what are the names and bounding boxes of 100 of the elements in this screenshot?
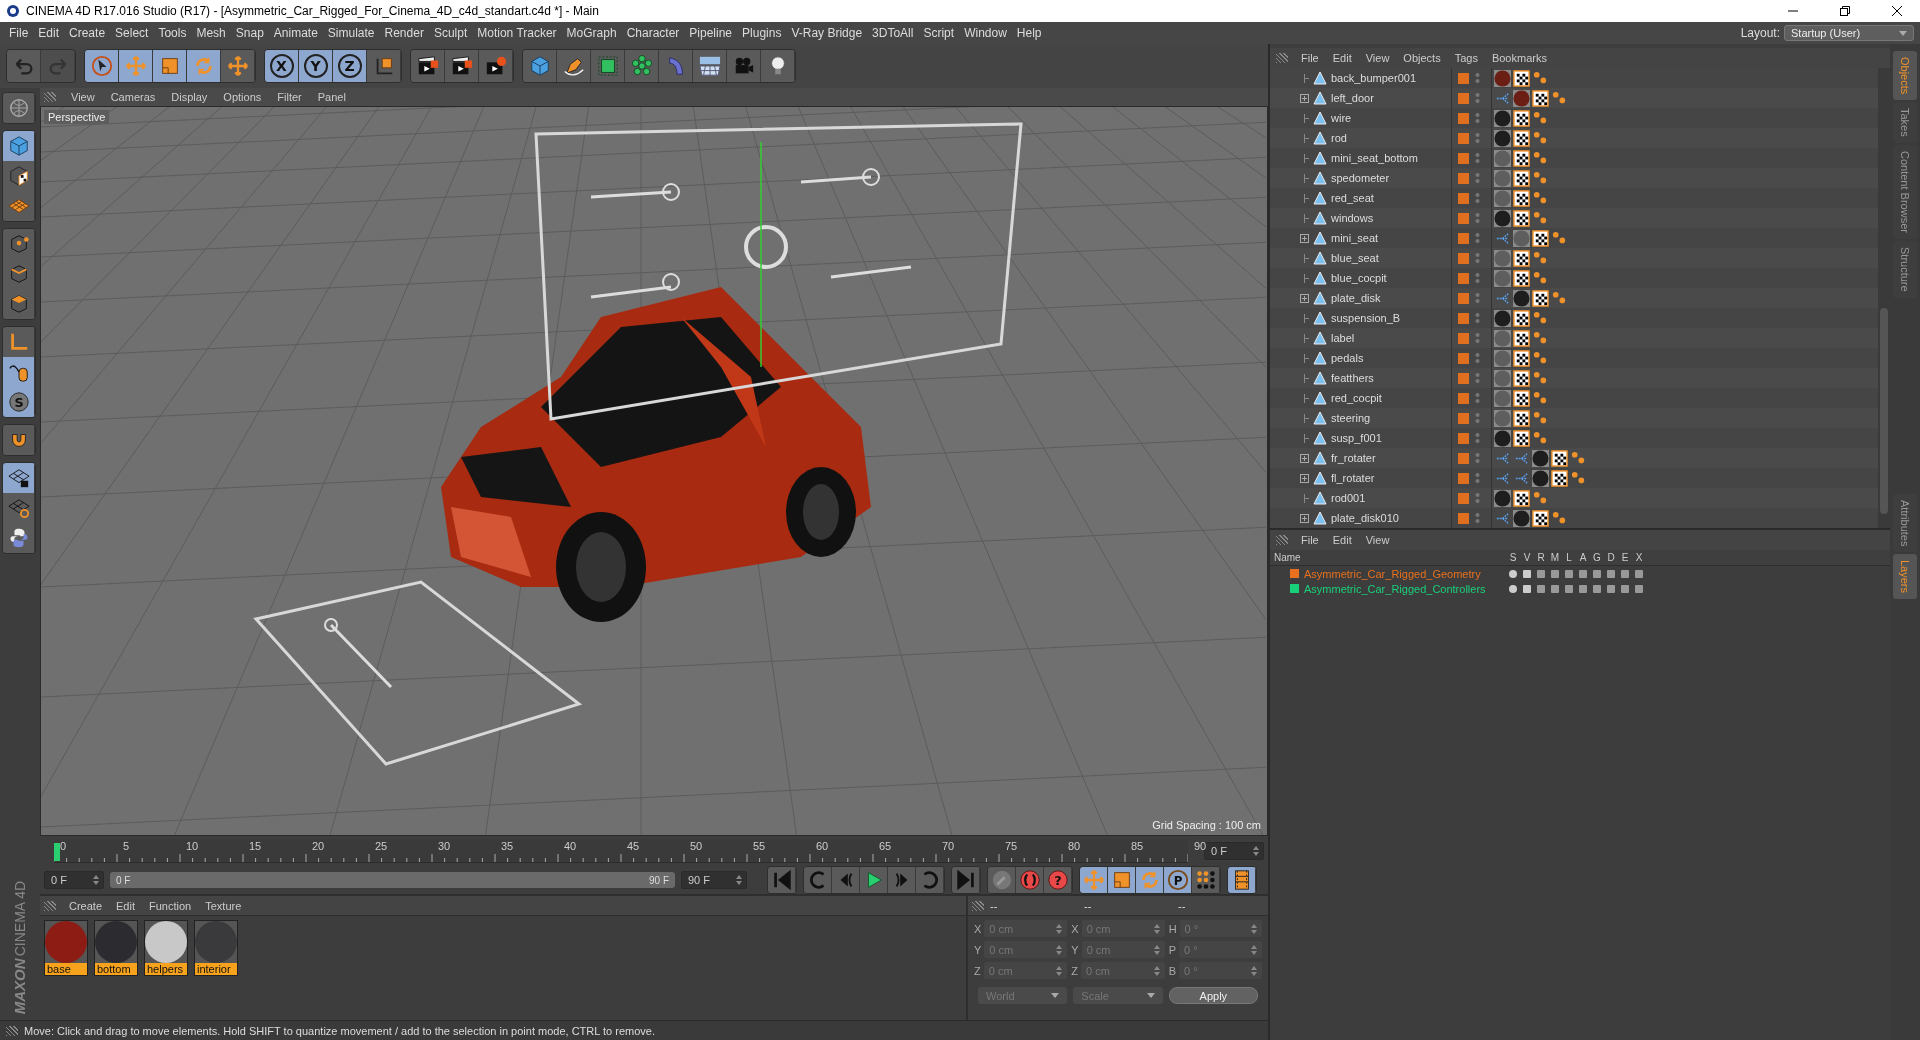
tool-button[interactable] — [3, 161, 35, 191]
material-item[interactable]: bottom — [94, 920, 138, 976]
expand-icon[interactable] — [1300, 513, 1309, 523]
grip-icon[interactable] — [972, 900, 984, 911]
side-tab[interactable]: Takes — [1893, 102, 1917, 144]
menu-item[interactable]: Options — [216, 91, 269, 103]
material-item[interactable]: interior — [194, 920, 238, 976]
side-tab[interactable]: Structure — [1893, 241, 1917, 298]
spinner-icon[interactable] — [93, 875, 99, 885]
menu-item[interactable]: Edit — [1325, 52, 1359, 64]
grip-icon[interactable] — [1276, 53, 1288, 63]
menu-item[interactable]: Window — [959, 23, 1012, 43]
grip-icon[interactable] — [44, 92, 56, 102]
object-row[interactable]: fr_rotater — [1270, 448, 1878, 468]
menu-item[interactable]: Filter — [270, 91, 309, 103]
material-item[interactable]: base — [44, 920, 88, 976]
menu-item[interactable]: Plugins — [737, 23, 787, 43]
menu-item[interactable]: Character — [621, 23, 685, 43]
menu-item[interactable]: Edit — [33, 23, 65, 43]
expand-icon[interactable] — [1300, 93, 1309, 103]
spinner-icon[interactable] — [736, 875, 742, 885]
side-tab[interactable]: Content Browser — [1893, 145, 1917, 239]
tool-button[interactable] — [367, 50, 401, 82]
object-row[interactable]: plate_disk010 — [1270, 508, 1878, 528]
object-row[interactable]: wire — [1270, 108, 1878, 128]
menu-item[interactable]: View — [64, 91, 102, 103]
object-row[interactable]: label — [1270, 328, 1878, 348]
menu-item[interactable]: Objects — [1396, 52, 1448, 64]
menu-item[interactable]: Simulate — [322, 23, 380, 43]
layer-row[interactable]: Asymmetric_Car_Rigged_Geometry — [1270, 566, 1890, 581]
menu-item[interactable]: Tags — [1447, 52, 1485, 64]
menu-item[interactable]: Cameras — [103, 91, 163, 103]
object-row[interactable]: plate_disk — [1270, 288, 1878, 308]
expand-icon[interactable] — [1300, 233, 1309, 243]
object-row[interactable]: red_cocpit — [1270, 388, 1878, 408]
grip-icon[interactable] — [1276, 535, 1288, 545]
menu-item[interactable]: View — [1358, 52, 1397, 64]
object-row[interactable]: back_bumper001 — [1270, 68, 1878, 88]
end-frame-field[interactable]: 90 F — [681, 871, 747, 889]
object-row[interactable]: red_seat — [1270, 188, 1878, 208]
tool-button[interactable] — [3, 463, 35, 493]
start-frame-field[interactable]: 0 F — [44, 871, 104, 889]
menu-item[interactable]: MoGraph — [561, 23, 622, 43]
object-row[interactable]: blue_cocpit — [1270, 268, 1878, 288]
menu-item[interactable]: File — [1294, 52, 1326, 64]
menu-item[interactable]: Edit — [109, 899, 142, 912]
menu-item[interactable]: Mesh — [191, 23, 231, 43]
grip-icon[interactable] — [6, 1025, 18, 1036]
tool-button[interactable] — [557, 50, 591, 82]
grip-icon[interactable] — [44, 900, 56, 911]
menu-item[interactable]: Create — [62, 899, 110, 912]
object-row[interactable]: pedals — [1270, 348, 1878, 368]
object-row[interactable]: mini_seat_bottom — [1270, 148, 1878, 168]
menu-item[interactable]: Tools — [153, 23, 192, 43]
menu-item[interactable]: Function — [142, 899, 199, 912]
object-row[interactable]: rod001 — [1270, 488, 1878, 508]
menu-item[interactable]: Help — [1011, 23, 1047, 43]
axis-lock-button[interactable]: Z — [333, 50, 367, 82]
layer-row[interactable]: Asymmetric_Car_Rigged_Controllers — [1270, 581, 1890, 596]
object-row[interactable]: blue_seat — [1270, 248, 1878, 268]
object-row[interactable]: mini_seat — [1270, 228, 1878, 248]
menu-item[interactable]: Motion Tracker — [472, 23, 562, 43]
tool-button[interactable] — [693, 50, 727, 82]
tool-button[interactable] — [411, 50, 445, 82]
object-row[interactable]: susp_f001 — [1270, 428, 1878, 448]
menu-item[interactable]: File — [1294, 534, 1326, 546]
menu-item[interactable]: V-Ray Bridge — [786, 23, 868, 43]
menu-item[interactable]: Panel — [310, 91, 353, 103]
expand-icon[interactable] — [1300, 293, 1309, 303]
object-row[interactable]: fl_rotater — [1270, 468, 1878, 488]
axis-lock-button[interactable]: Y — [299, 50, 333, 82]
tool-button[interactable] — [3, 289, 35, 319]
object-row[interactable]: left_door — [1270, 88, 1878, 108]
object-row[interactable]: spedometer — [1270, 168, 1878, 188]
menu-item[interactable]: Script — [918, 23, 960, 43]
menu-item[interactable]: Display — [164, 91, 215, 103]
material-item[interactable]: helpers — [144, 920, 188, 976]
tool-button[interactable] — [3, 229, 35, 259]
menu-item[interactable]: File — [4, 23, 34, 43]
tool-button[interactable] — [761, 50, 795, 82]
object-row[interactable]: featthers — [1270, 368, 1878, 388]
object-row[interactable]: windows — [1270, 208, 1878, 228]
axis-lock-button[interactable]: X — [265, 50, 299, 82]
tool-button[interactable] — [3, 523, 35, 553]
menu-item[interactable]: Snap — [230, 23, 269, 43]
menu-item[interactable]: Select — [110, 23, 154, 43]
menu-item[interactable]: View — [1358, 534, 1397, 546]
menu-item[interactable]: Pipeline — [684, 23, 738, 43]
expand-icon[interactable] — [1300, 453, 1309, 463]
object-row[interactable]: suspension_B — [1270, 308, 1878, 328]
tool-button[interactable] — [1192, 867, 1220, 893]
menu-item[interactable]: Render — [379, 23, 429, 43]
tool-button[interactable] — [3, 493, 35, 523]
menu-item[interactable]: Edit — [1325, 534, 1359, 546]
spinner-icon[interactable] — [1253, 846, 1259, 856]
layout-dropdown[interactable]: Startup (User) — [1784, 25, 1914, 41]
range-slider[interactable]: 0 F 90 F — [110, 872, 675, 888]
object-row[interactable]: rod — [1270, 128, 1878, 148]
side-tab[interactable]: Attributes — [1893, 493, 1917, 552]
expand-icon[interactable] — [1300, 473, 1309, 483]
